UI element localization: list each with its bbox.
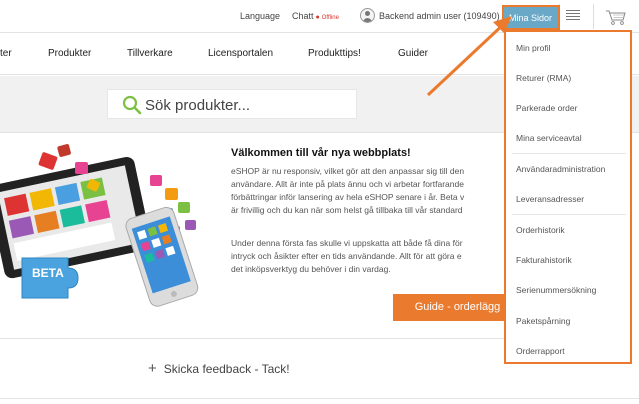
highlight-frame [502,5,560,30]
text-line: förbättringar inför lansering av hela eS… [231,192,465,202]
cart-icon[interactable] [605,9,627,25]
feedback-label: Skicka feedback - Tack! [163,361,290,376]
text-line: intryck och åsikter efter en tids använd… [231,251,462,261]
feedback-link[interactable]: + Skicka feedback - Tack! [148,360,290,377]
nav-item-license-portal[interactable]: Licensportalen [208,48,273,59]
menu-item-serial-search[interactable]: Serienummersökning [516,285,596,295]
user-account-link[interactable]: Backend admin user (109490) [360,8,500,23]
guide-button[interactable]: Guide - orderlägg [393,294,505,321]
bottom-divider [0,398,639,399]
user-avatar-icon [360,8,375,23]
menu-item-returns[interactable]: Returer (RMA) [516,73,571,83]
menu-item-order-report[interactable]: Orderrapport [516,346,565,356]
nav-item-partial[interactable]: ter [0,48,12,59]
menu-divider [512,153,626,154]
divider [593,4,594,29]
text-line: användare. Allt är inte på plats ännu oc… [231,179,464,189]
devices-illustration [0,144,199,307]
text-line: är frivillig och du kan när som helst gå… [231,205,463,215]
section-divider [0,338,560,339]
menu-item-package-tracking[interactable]: Paketspårning [516,316,570,326]
list-icon[interactable] [566,10,580,24]
menu-item-user-admin[interactable]: Användaradministration [516,164,605,174]
language-link[interactable]: Language [240,11,280,21]
nav-item-product-tips[interactable]: Produkttips! [308,48,361,59]
menu-item-service-agreements[interactable]: Mina serviceavtal [516,133,582,143]
nav-item-manufacturers[interactable]: Tillverkare [127,48,173,59]
search-input[interactable] [145,94,345,116]
nav-item-products[interactable]: Produkter [48,48,91,59]
plus-icon: + [148,360,157,377]
beta-badge: BETA [32,266,64,280]
status-dot-icon: ● [315,14,320,21]
search-box [107,89,357,119]
menu-divider [512,214,626,215]
feedback-paragraph: Under denna första fas skulle vi uppskat… [231,237,501,276]
menu-item-delivery-addresses[interactable]: Leveransadresser [516,194,584,204]
chat-status: Offline [321,15,339,21]
search-icon[interactable] [122,95,142,115]
intro-paragraph: eSHOP är nu responsiv, vilket gör att de… [231,165,501,217]
text-line: Under denna första fas skulle vi uppskat… [231,238,463,248]
welcome-title: Välkommen till vår nya webbplats! [231,147,411,159]
nav-item-guides[interactable]: Guider [398,48,428,59]
text-line: eSHOP är nu responsiv, vilket gör att de… [231,166,465,176]
chat-label: Chatt [292,11,314,21]
chat-link[interactable]: Chatt ● Offline [292,11,339,21]
user-name: Backend admin user (109490) [379,10,500,21]
my-pages-dropdown: Min profil Returer (RMA) Parkerade order… [504,30,632,364]
menu-item-invoice-history[interactable]: Fakturahistorik [516,255,572,265]
menu-item-my-profile[interactable]: Min profil [516,43,550,53]
menu-item-parked-orders[interactable]: Parkerade order [516,103,577,113]
text-line: det inköpsverktyg du behöver i din varda… [231,264,391,274]
menu-item-order-history[interactable]: Orderhistorik [516,225,565,235]
